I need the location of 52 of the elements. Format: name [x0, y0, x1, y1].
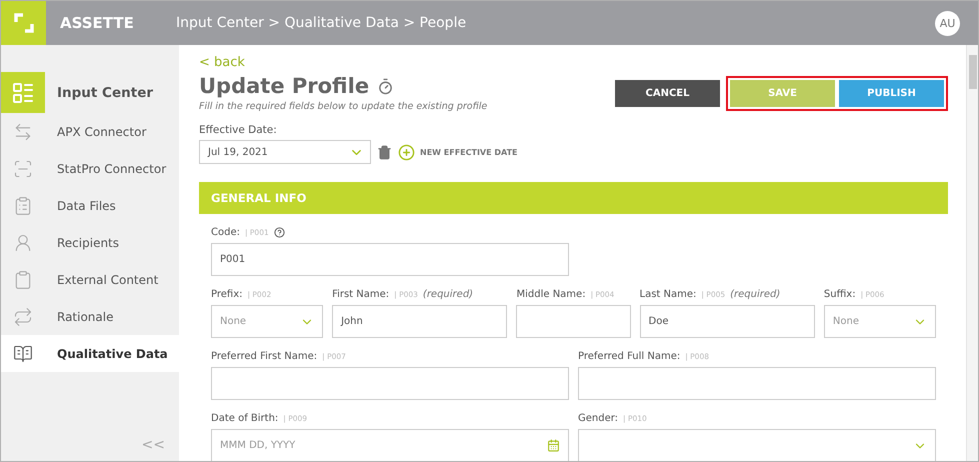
repeat-icon	[13, 306, 33, 326]
trash-icon[interactable]	[377, 144, 392, 160]
list-icon[interactable]	[1, 72, 45, 113]
input-field[interactable]: P001	[211, 243, 569, 276]
field-label: Preferred First Name:	[211, 350, 318, 362]
person-icon	[13, 232, 33, 252]
field-label: Suffix:	[824, 288, 856, 300]
field-label: Prefix:	[211, 288, 242, 300]
required-note: (required)	[422, 288, 474, 300]
field-label: Last Name:	[640, 288, 696, 300]
stopwatch-icon[interactable]	[377, 78, 394, 94]
page-title: Update Profile	[199, 74, 370, 98]
field-label: Date of Birth:	[211, 412, 278, 424]
select-field[interactable]	[578, 429, 936, 461]
plus-circle-icon	[398, 144, 415, 160]
input-field[interactable]	[578, 367, 936, 400]
clipboard-icon	[13, 270, 33, 290]
help-icon[interactable]	[274, 226, 285, 238]
field-label: Preferred Full Name:	[578, 350, 680, 362]
page-subtitle: Fill in the required fields below to update the existing profile	[199, 101, 488, 112]
logo-icon[interactable]	[1, 1, 46, 45]
new-date-label: NEW EFFECTIVE DATE	[420, 148, 518, 156]
user-avatar[interactable]: AU	[935, 10, 960, 36]
sidebar-item[interactable]: Recipients	[1, 224, 179, 261]
input-field[interactable]	[211, 367, 569, 400]
sidebar-item[interactable]: External Content	[1, 261, 179, 298]
section-title: Input Center	[57, 84, 154, 100]
sidebar-item[interactable]: Rationale	[1, 298, 179, 335]
field-label: Gender:	[578, 412, 618, 424]
sidebar-item[interactable]: APX Connector	[1, 113, 179, 150]
open-book-icon	[13, 344, 33, 364]
clipboard-list-icon	[13, 196, 33, 216]
scan-icon	[13, 158, 33, 178]
brand-name: ASSETTE	[59, 14, 135, 32]
field-label: Code:	[211, 226, 240, 238]
new-date-link[interactable]: NEW EFFECTIVE DATE	[398, 144, 518, 160]
date-select[interactable]: Jul 19, 2021	[199, 140, 371, 164]
input-field[interactable]	[516, 305, 630, 338]
arrows-icon	[13, 122, 33, 142]
sidebar-item[interactable]: Qualitative Data	[1, 335, 179, 372]
section-header: GENERAL INFO	[199, 182, 948, 214]
input-field[interactable]: Doe	[640, 305, 815, 338]
field-label: Effective Date:	[199, 124, 278, 136]
breadcrumb: Input Center > Qualitative Data > People	[176, 15, 468, 31]
input-field[interactable]: John	[332, 305, 508, 338]
sidebar-item[interactable]: StatPro Connector	[1, 150, 179, 187]
calendar-icon	[547, 439, 560, 452]
required-note: (required)	[730, 288, 780, 300]
sidebar-item[interactable]: Data Files	[1, 187, 179, 224]
cancel-button[interactable]: CANCEL	[615, 80, 720, 107]
field-label: First Name:	[332, 288, 390, 300]
field-label: Middle Name:	[516, 288, 586, 300]
